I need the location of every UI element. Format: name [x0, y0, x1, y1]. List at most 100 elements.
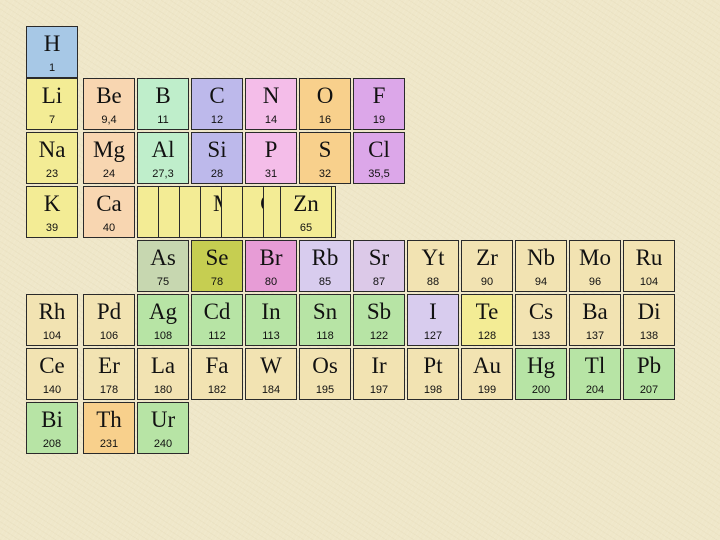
element-symbol: O	[316, 83, 334, 108]
element-cell-ce: Ce 140	[26, 348, 78, 400]
element-symbol: Sn	[312, 299, 338, 324]
element-symbol: Se	[205, 245, 229, 270]
element-symbol: Mg	[93, 137, 125, 162]
element-symbol: Cl	[368, 137, 390, 162]
element-cell-al: Al 27,3	[137, 132, 189, 184]
atomic-weight: 96	[588, 276, 602, 288]
element-cell-f: F 19	[353, 78, 405, 130]
atomic-weight: 19	[372, 114, 386, 126]
element-symbol: Di	[637, 299, 661, 324]
element-symbol: Si	[207, 137, 227, 162]
atomic-weight: 80	[264, 276, 278, 288]
element-cell-li: Li 7	[26, 78, 78, 130]
element-cell-ag: Ag 108	[137, 294, 189, 346]
element-cell-sb: Sb 122	[353, 294, 405, 346]
atomic-weight: 28	[210, 168, 224, 180]
element-cell-sr: Sr 87	[353, 240, 405, 292]
element-cell-k: K 39	[26, 186, 78, 238]
element-symbol: Pt	[423, 353, 443, 378]
atomic-weight: 85	[318, 276, 332, 288]
element-cell-n: N 14	[245, 78, 297, 130]
element-cell-ur: Ur 240	[137, 402, 189, 454]
element-symbol: P	[264, 137, 278, 162]
element-cell-ca: Ca 40	[83, 186, 135, 238]
element-cell-mg: Mg 24	[83, 132, 135, 184]
element-cell-di: Di 138	[623, 294, 675, 346]
element-cell-tl: Tl 204	[569, 348, 621, 400]
atomic-weight: 113	[262, 330, 280, 342]
atomic-weight: 40	[102, 222, 116, 234]
element-symbol: Sb	[366, 299, 392, 324]
element-cell-ba: Ba 137	[569, 294, 621, 346]
element-symbol: Mo	[579, 245, 611, 270]
element-symbol: Ba	[582, 299, 608, 324]
element-cell-cl: Cl 35,5	[353, 132, 405, 184]
element-cell-zn: Zn 65	[280, 186, 332, 238]
element-symbol: Ru	[635, 245, 663, 270]
atomic-weight: 138	[639, 330, 659, 342]
element-cell-te: Te 128	[461, 294, 513, 346]
element-cell-br: Br 80	[245, 240, 297, 292]
element-symbol: I	[429, 299, 437, 324]
element-symbol: K	[43, 191, 61, 216]
element-cell-mo: Mo 96	[569, 240, 621, 292]
atomic-weight: 12	[210, 114, 224, 126]
element-symbol: Rb	[311, 245, 339, 270]
element-cell-be: Be 9,4	[83, 78, 135, 130]
element-cell-pb: Pb 207	[623, 348, 675, 400]
element-symbol: Zn	[293, 191, 319, 216]
atomic-weight: 207	[639, 384, 659, 396]
element-cell-as: As 75	[137, 240, 189, 292]
element-cell-th: Th 231	[83, 402, 135, 454]
element-cell-p: P 31	[245, 132, 297, 184]
atomic-weight: 178	[99, 384, 119, 396]
element-cell-pd: Pd 106	[83, 294, 135, 346]
atomic-weight: 199	[477, 384, 497, 396]
element-cell-c: C 12	[191, 78, 243, 130]
atomic-weight: 94	[534, 276, 548, 288]
atomic-weight: 88	[426, 276, 440, 288]
atomic-weight: 240	[153, 438, 173, 450]
element-cell-nb: Nb 94	[515, 240, 567, 292]
atomic-weight: 231	[99, 438, 119, 450]
element-symbol: La	[150, 353, 176, 378]
atomic-weight: 198	[423, 384, 443, 396]
element-cell-i: I 127	[407, 294, 459, 346]
element-symbol: Cs	[528, 299, 554, 324]
element-symbol: N	[262, 83, 280, 108]
element-cell-bi: Bi 208	[26, 402, 78, 454]
element-symbol: Ca	[96, 191, 122, 216]
atomic-weight: 108	[153, 330, 173, 342]
element-cell-au: Au 199	[461, 348, 513, 400]
atomic-weight: 35,5	[368, 168, 390, 180]
element-symbol: F	[372, 83, 386, 108]
element-symbol: Pd	[96, 299, 122, 324]
periodic-table: H 1 Li 7 Be 9,4 B 11 C 12 N 14 O 16 F 19 Na 23 Mg 24 Al 27,3 S…	[0, 0, 720, 540]
element-symbol: As	[150, 245, 176, 270]
atomic-weight: 180	[153, 384, 173, 396]
atomic-weight: 27,3	[152, 168, 174, 180]
element-cell-se: Se 78	[191, 240, 243, 292]
atomic-weight: 78	[210, 276, 224, 288]
element-cell-fa: Fa 182	[191, 348, 243, 400]
element-symbol: Ag	[148, 299, 178, 324]
element-cell-os: Os 195	[299, 348, 351, 400]
atomic-weight: 75	[156, 276, 170, 288]
atomic-weight: 127	[423, 330, 443, 342]
element-cell-na: Na 23	[26, 132, 78, 184]
element-symbol: B	[155, 83, 171, 108]
element-symbol: Yt	[421, 245, 445, 270]
element-cell-w: W 184	[245, 348, 297, 400]
element-cell-hg: Hg 200	[515, 348, 567, 400]
element-cell-si: Si 28	[191, 132, 243, 184]
atomic-weight: 31	[264, 168, 278, 180]
element-cell-rb: Rb 85	[299, 240, 351, 292]
element-cell-la: La 180	[137, 348, 189, 400]
atomic-weight: 197	[369, 384, 389, 396]
element-cell-s: S 32	[299, 132, 351, 184]
element-cell-b: B 11	[137, 78, 189, 130]
element-symbol: Os	[312, 353, 338, 378]
atomic-weight: 182	[207, 384, 227, 396]
element-cell-cs: Cs 133	[515, 294, 567, 346]
element-symbol: Hg	[526, 353, 556, 378]
